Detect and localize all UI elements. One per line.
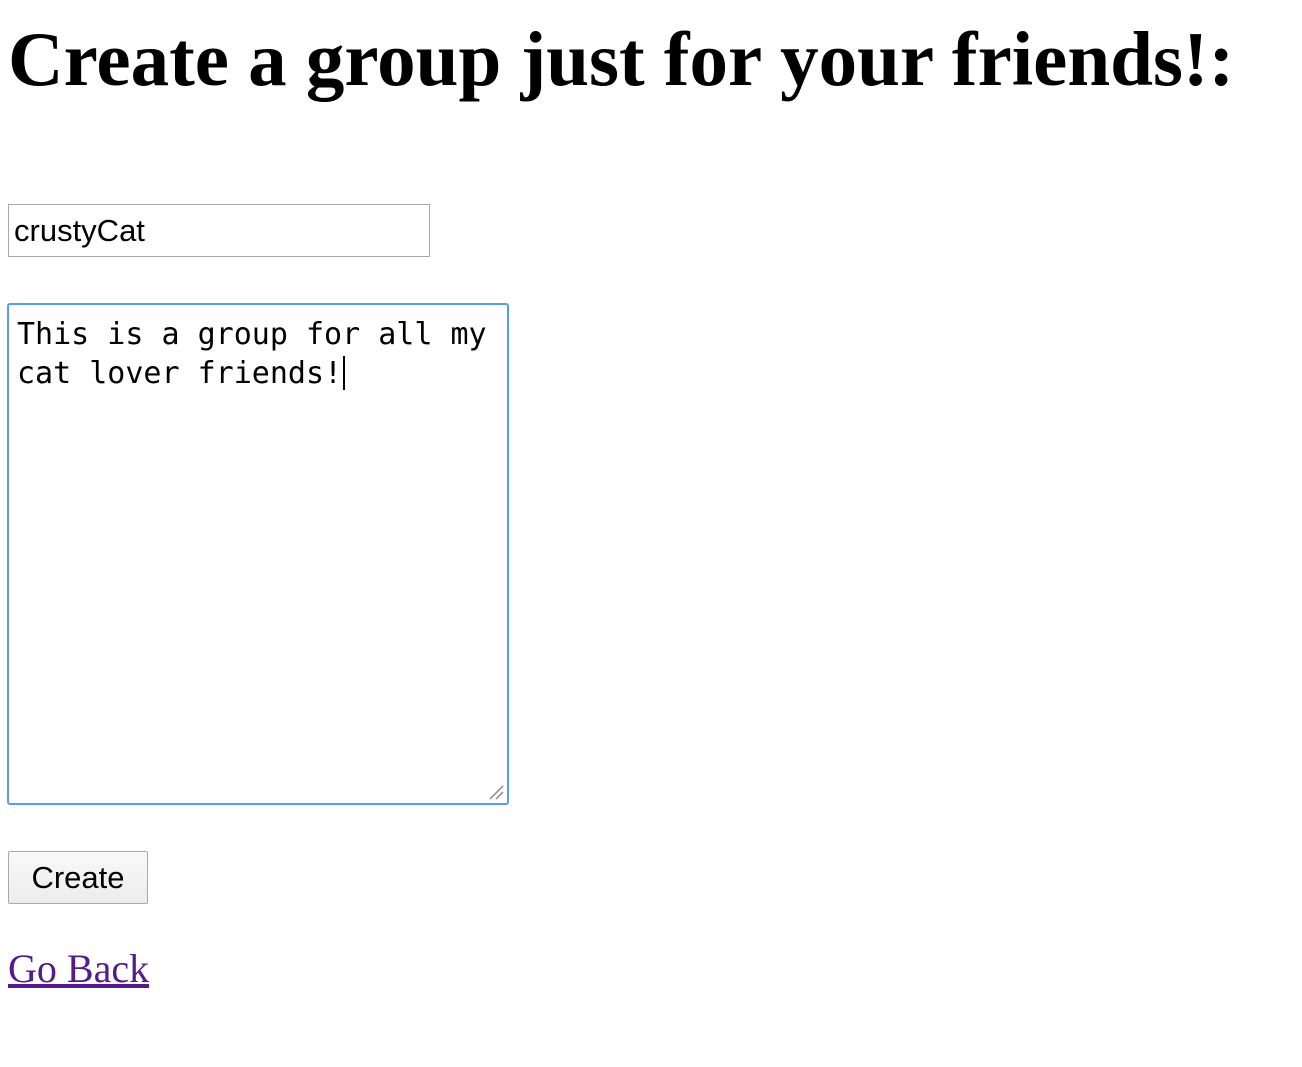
create-button[interactable]: Create [8,851,148,904]
page-title: Create a group just for your friends!: [8,16,1235,102]
go-back-link[interactable]: Go Back [8,945,149,993]
description-textarea[interactable]: This is a group for all my cat lover fri… [7,303,509,805]
text-caret [343,356,346,390]
group-name-input[interactable]: crustyCat [8,204,430,257]
description-value: This is a group for all my cat lover fri… [17,317,505,391]
group-name-value: crustyCat [14,213,145,248]
resize-handle-icon[interactable] [484,780,504,800]
